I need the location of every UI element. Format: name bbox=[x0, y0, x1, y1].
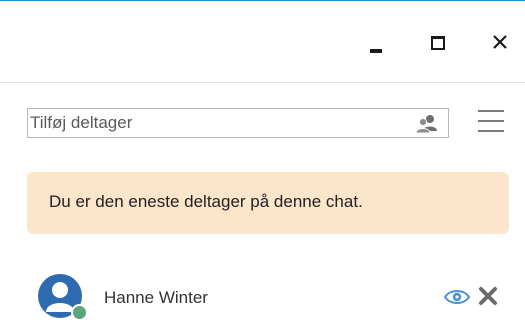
title-bar bbox=[0, 1, 525, 83]
minimize-icon bbox=[370, 49, 382, 53]
chat-window: Du er den eneste deltager på denne chat.… bbox=[0, 0, 525, 331]
participant-name: Hanne Winter bbox=[104, 288, 208, 307]
add-participant-field bbox=[27, 108, 449, 138]
add-participant-input[interactable] bbox=[30, 110, 400, 136]
hamburger-menu-icon[interactable] bbox=[478, 110, 504, 134]
add-participant-row bbox=[27, 108, 449, 138]
close-icon bbox=[493, 35, 507, 49]
info-notice: Du er den eneste deltager på denne chat. bbox=[27, 172, 509, 234]
remove-icon[interactable] bbox=[478, 286, 498, 306]
maximize-icon bbox=[431, 36, 445, 50]
notice-text: Du er den eneste deltager på denne chat. bbox=[49, 192, 363, 211]
maximize-button[interactable] bbox=[420, 25, 456, 61]
presence-status-icon bbox=[71, 304, 88, 321]
minimize-button[interactable] bbox=[358, 25, 394, 61]
people-icon[interactable] bbox=[415, 114, 439, 134]
eye-icon[interactable] bbox=[444, 288, 470, 306]
close-button[interactable] bbox=[482, 25, 518, 61]
participant-row: Hanne Winter bbox=[27, 269, 509, 323]
